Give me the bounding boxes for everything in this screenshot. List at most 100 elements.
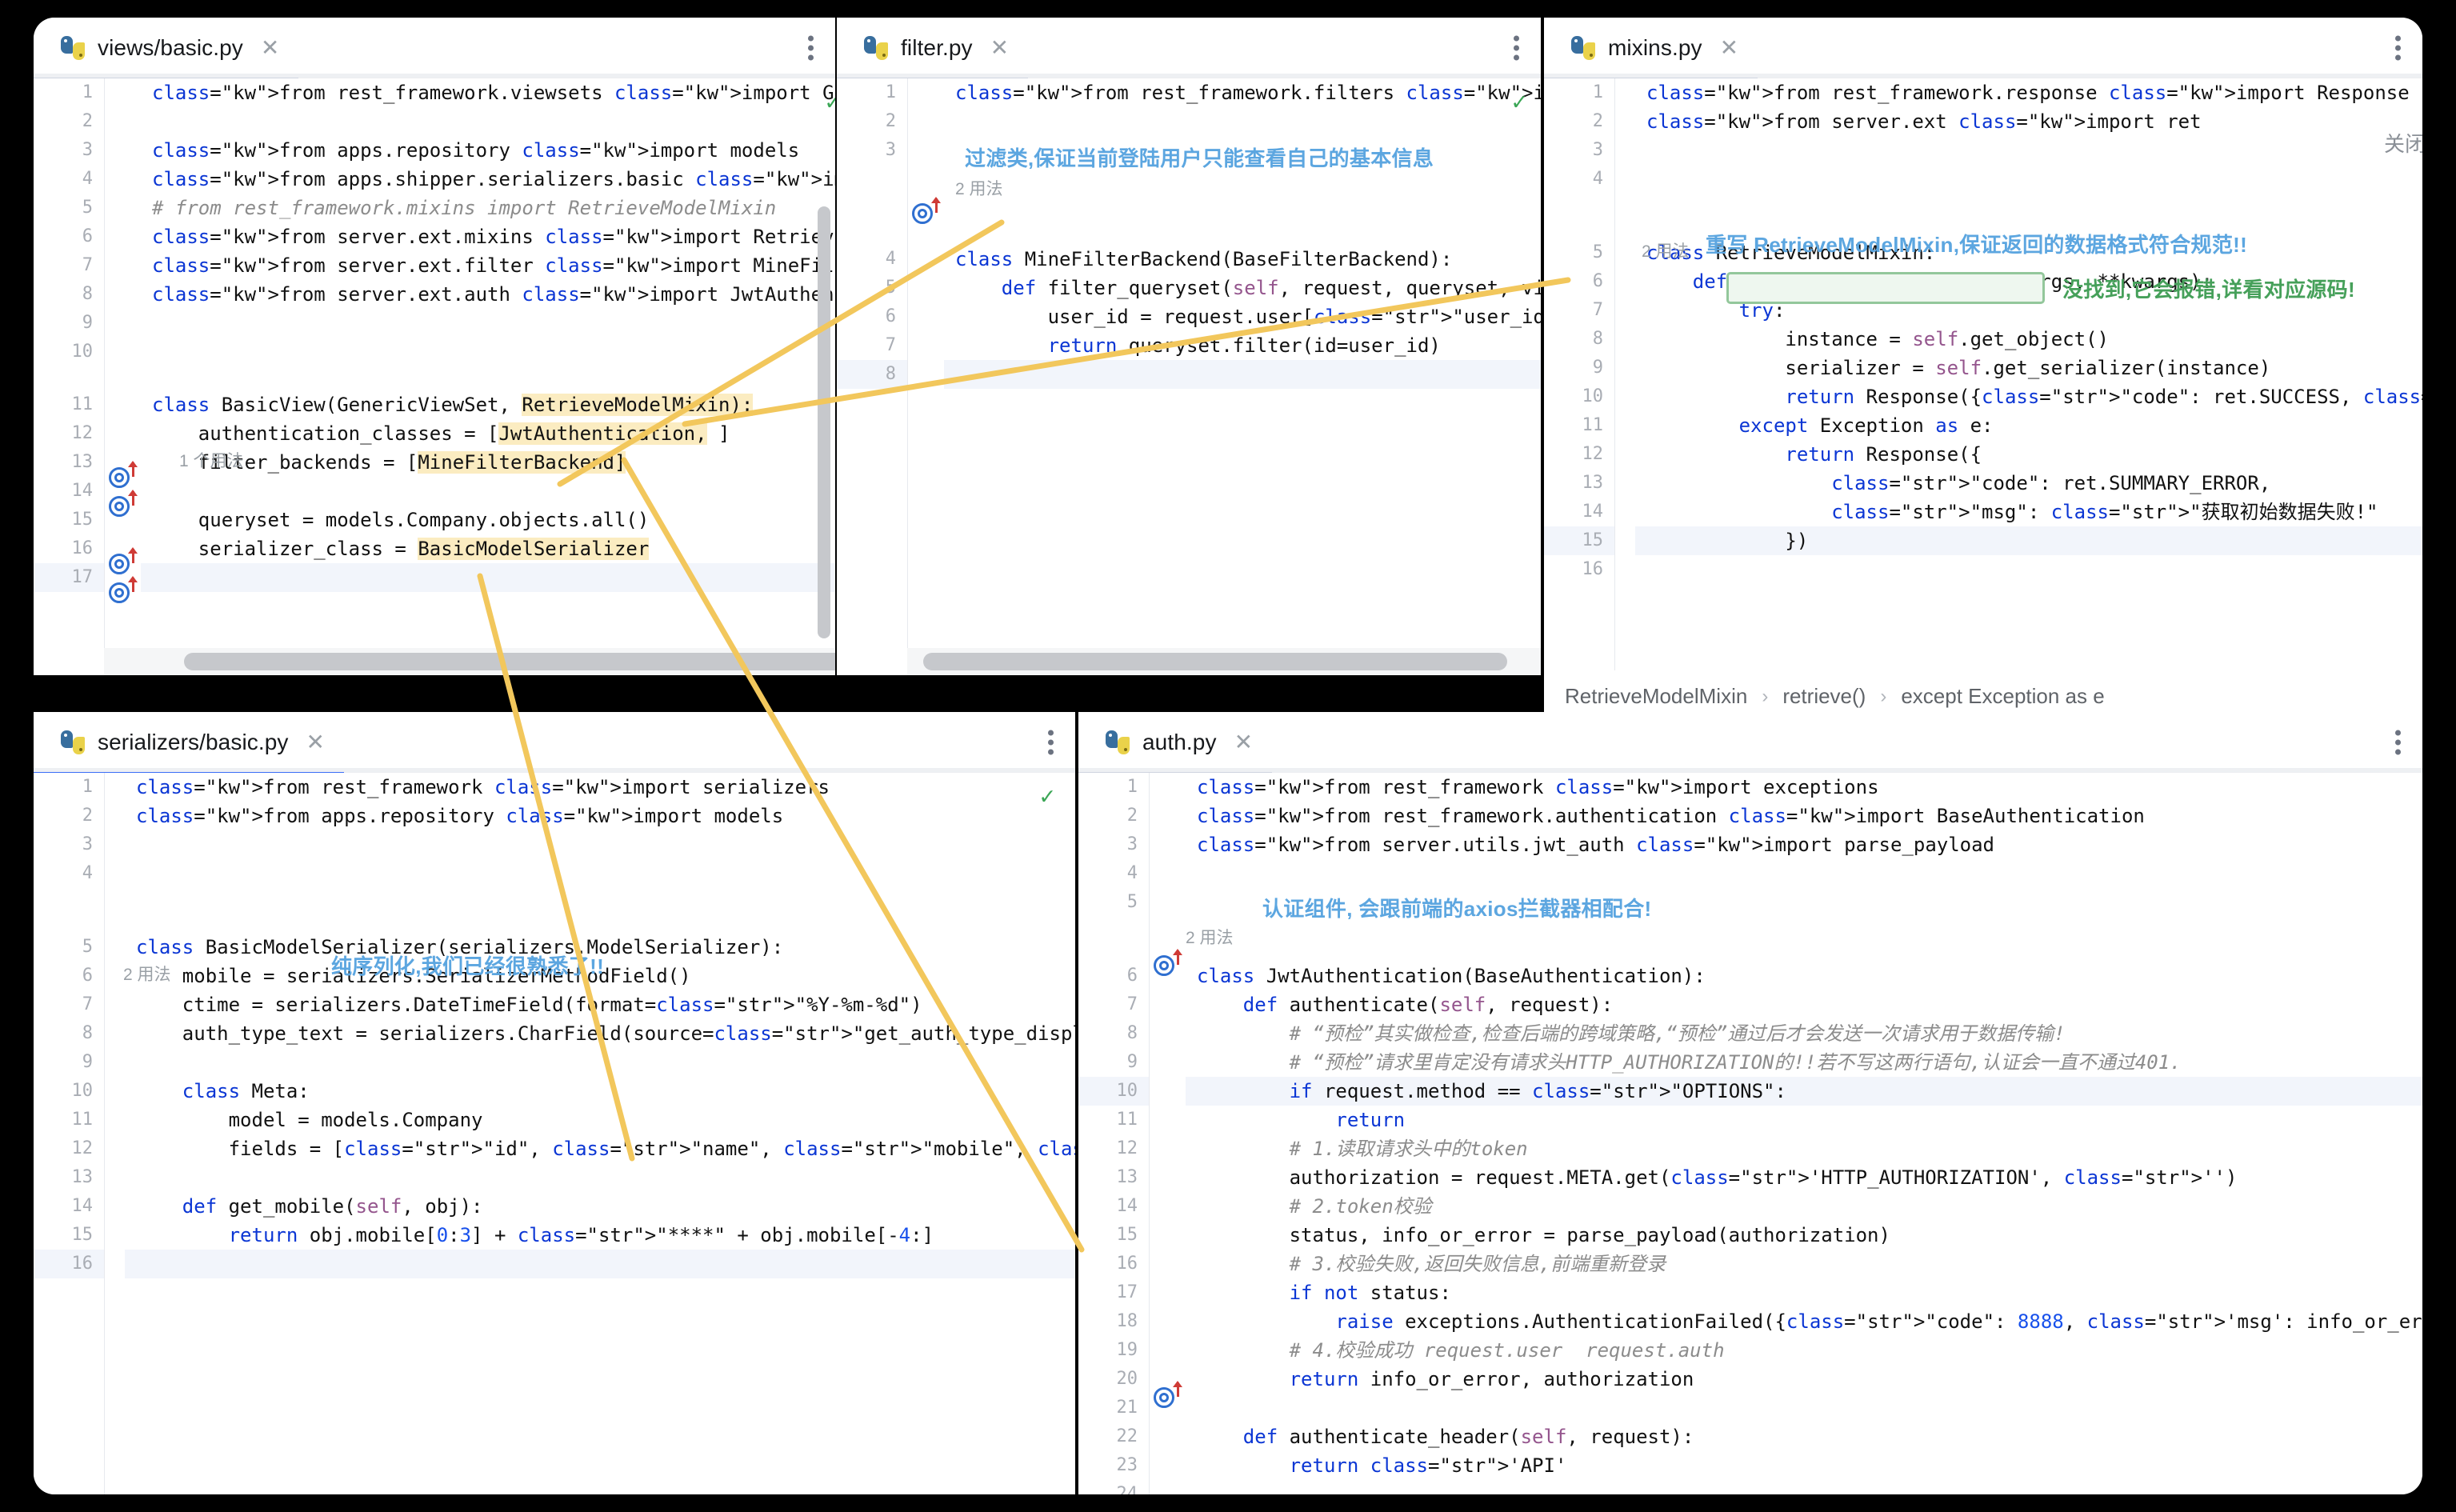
code-line[interactable]	[1635, 136, 2422, 165]
code-line[interactable]: model = models.Company	[125, 1106, 1075, 1134]
code-line[interactable]: return class="str">'API'	[1186, 1451, 2422, 1480]
close-icon[interactable]: ✕	[256, 37, 279, 59]
code-area-serializers[interactable]: 12345678910111213141516 class="kw">from …	[34, 773, 1075, 1494]
code-area-filter[interactable]: 12345678 class="kw">from rest_framework.…	[837, 78, 1541, 675]
code-line[interactable]	[141, 309, 835, 338]
horizontal-scrollbar[interactable]	[184, 653, 835, 670]
code-line[interactable]: class="kw">from server.ext.auth class="k…	[141, 280, 835, 309]
code-line[interactable]: class="kw">from rest_framework class="kw…	[125, 773, 1075, 802]
code-line[interactable]: return queryset.filter(id=user_id)	[944, 331, 1541, 360]
code-line[interactable]: serializer = self.get_serializer(instanc…	[1635, 354, 2422, 382]
code-line[interactable]: })	[1635, 526, 2422, 555]
code-line[interactable]: class="kw">from rest_framework.response …	[1635, 78, 2422, 107]
code-text-mixins[interactable]: class="kw">from rest_framework.response …	[1635, 78, 2422, 670]
code-line[interactable]: user_id = request.user[class="str">"user…	[944, 302, 1541, 331]
code-area-views[interactable]: 1234567891011121314151617 class="kw">fro…	[34, 78, 835, 675]
vertical-scrollbar[interactable]	[818, 206, 830, 638]
code-line[interactable]: authorization = request.META.get(class="…	[1186, 1163, 2422, 1192]
code-line[interactable]: def get_mobile(self, obj):	[125, 1192, 1075, 1221]
horizontal-scrollbar[interactable]	[923, 653, 1507, 670]
code-line[interactable]	[1186, 1394, 2422, 1422]
usage-hint-views[interactable]: 1 个用法	[179, 448, 244, 472]
override-marker-icon[interactable]	[107, 462, 134, 490]
breadcrumb-item-method[interactable]: retrieve()	[1782, 684, 1866, 709]
tab-auth-py[interactable]: auth.py ✕	[1078, 712, 1272, 773]
code-line[interactable]: class="kw">from server.ext.filter class=…	[141, 251, 835, 280]
code-line[interactable]	[1635, 165, 2422, 194]
tab-filter-py[interactable]: filter.py ✕	[837, 18, 1028, 78]
override-marker-icon[interactable]	[1152, 950, 1179, 978]
tab-serializers-basic-py[interactable]: serializers/basic.py ✕	[34, 712, 344, 773]
code-line[interactable]: class="kw">from apps.repository class="k…	[125, 802, 1075, 830]
code-line[interactable]	[125, 859, 1075, 888]
close-icon[interactable]: ✕	[986, 37, 1009, 59]
code-line[interactable]: class="kw">from server.utils.jwt_auth cl…	[1186, 830, 2422, 859]
code-line[interactable]	[125, 1048, 1075, 1077]
code-line[interactable]: return Response({class="str">"code": ret…	[1635, 382, 2422, 411]
breadcrumb-item-class[interactable]: RetrieveModelMixin	[1565, 684, 1747, 709]
code-line[interactable]: if not status:	[1186, 1278, 2422, 1307]
code-line[interactable]: serializer_class = BasicModelSerializer	[141, 534, 835, 563]
code-line[interactable]: class="kw">from rest_framework.filters c…	[944, 78, 1541, 107]
code-line[interactable]	[125, 1163, 1075, 1192]
code-line[interactable]: instance = self.get_object()	[1635, 325, 2422, 354]
breadcrumb-item-block[interactable]: except Exception as e	[1901, 684, 2104, 709]
code-line[interactable]: def authenticate_header(self, request):	[1186, 1422, 2422, 1451]
code-line[interactable]: status, info_or_error = parse_payload(au…	[1186, 1221, 2422, 1250]
code-text-auth[interactable]: class="kw">from rest_framework class="kw…	[1186, 773, 2422, 1494]
code-line[interactable]: class="kw">from rest_framework.authentic…	[1186, 802, 2422, 830]
code-line[interactable]: ctime = serializers.DateTimeField(format…	[125, 990, 1075, 1019]
close-icon[interactable]: ✕	[302, 731, 325, 754]
usage-hint-mixins[interactable]: 2 用法	[1642, 238, 1690, 262]
code-line[interactable]: auth_type_text = serializers.CharField(s…	[125, 1019, 1075, 1048]
code-line[interactable]	[1186, 859, 2422, 888]
code-line[interactable]: class="kw">from apps.repository class="k…	[141, 136, 835, 165]
tab-views-basic-py[interactable]: views/basic.py ✕	[34, 18, 298, 78]
code-line[interactable]: class="str">"code": ret.SUMMARY_ERROR,	[1635, 469, 2422, 498]
code-line[interactable]: authentication_classes = [JwtAuthenticat…	[141, 419, 835, 448]
code-line[interactable]: fields = [class="str">"id", class="str">…	[125, 1134, 1075, 1163]
code-area-mixins[interactable]: 12345678910111213141516 class="kw">from …	[1544, 78, 2422, 670]
code-text-views[interactable]: class="kw">from rest_framework.viewsets …	[141, 78, 835, 675]
code-line[interactable]: class="kw">from rest_framework.viewsets …	[141, 78, 835, 107]
code-line[interactable]	[1186, 1480, 2422, 1494]
code-line[interactable]	[944, 360, 1541, 389]
code-line[interactable]: def filter_queryset(self, request, query…	[944, 274, 1541, 302]
code-line[interactable]: class="kw">from server.ext.mixins class=…	[141, 222, 835, 251]
code-line[interactable]: filter_backends = [MineFilterBackend]	[141, 448, 835, 477]
tab-options-menu-icon[interactable]	[808, 31, 814, 64]
code-line[interactable]	[141, 477, 835, 506]
code-line[interactable]: return obj.mobile[0:3] + class="str">"**…	[125, 1221, 1075, 1250]
code-line[interactable]: raise exceptions.AuthenticationFailed({c…	[1186, 1307, 2422, 1336]
code-line[interactable]: # 2.token校验	[1186, 1192, 2422, 1221]
code-line[interactable]: class JwtAuthentication(BaseAuthenticati…	[1186, 962, 2422, 990]
code-line[interactable]: class="kw">from apps.shipper.serializers…	[141, 165, 835, 194]
tab-options-menu-icon[interactable]	[1048, 726, 1054, 758]
code-line[interactable]	[141, 563, 835, 592]
code-text-serializers[interactable]: class="kw">from rest_framework class="kw…	[125, 773, 1075, 1494]
code-line[interactable]: def authenticate(self, request):	[1186, 990, 2422, 1019]
code-line[interactable]: class BasicView(GenericViewSet, Retrieve…	[141, 390, 835, 419]
code-line[interactable]	[125, 830, 1075, 859]
code-line[interactable]: except Exception as e:	[1635, 411, 2422, 440]
code-area-auth[interactable]: 123456789101112131415161718192021222324 …	[1078, 773, 2422, 1494]
code-line[interactable]: # 4.校验成功 request.user request.auth	[1186, 1336, 2422, 1365]
code-line[interactable]: class="str">"msg": class="str">"获取初始数据失败…	[1635, 498, 2422, 526]
close-icon[interactable]: ✕	[1230, 731, 1253, 754]
code-line[interactable]: queryset = models.Company.objects.all()	[141, 506, 835, 534]
code-line[interactable]	[141, 107, 835, 136]
close-icon[interactable]: ✕	[1715, 37, 1738, 59]
usage-hint-auth[interactable]: 2 用法	[1186, 925, 1234, 949]
override-marker-icon[interactable]	[107, 491, 134, 518]
override-marker-icon[interactable]	[1152, 1382, 1179, 1410]
code-line[interactable]: return info_or_error, authorization	[1186, 1365, 2422, 1394]
usage-hint-filter[interactable]: 2 用法	[955, 176, 1003, 200]
code-line[interactable]: # 3.校验失败,返回失败信息,前端重新登录	[1186, 1250, 2422, 1278]
override-marker-icon[interactable]	[107, 549, 134, 576]
tab-options-menu-icon[interactable]	[2395, 31, 2402, 64]
code-line[interactable]: if request.method == class="str">"OPTION…	[1186, 1077, 2422, 1106]
tab-options-menu-icon[interactable]	[2395, 726, 2402, 758]
tab-options-menu-icon[interactable]	[1514, 31, 1520, 64]
override-marker-icon[interactable]	[910, 198, 938, 226]
code-line[interactable]: class Meta:	[125, 1077, 1075, 1106]
